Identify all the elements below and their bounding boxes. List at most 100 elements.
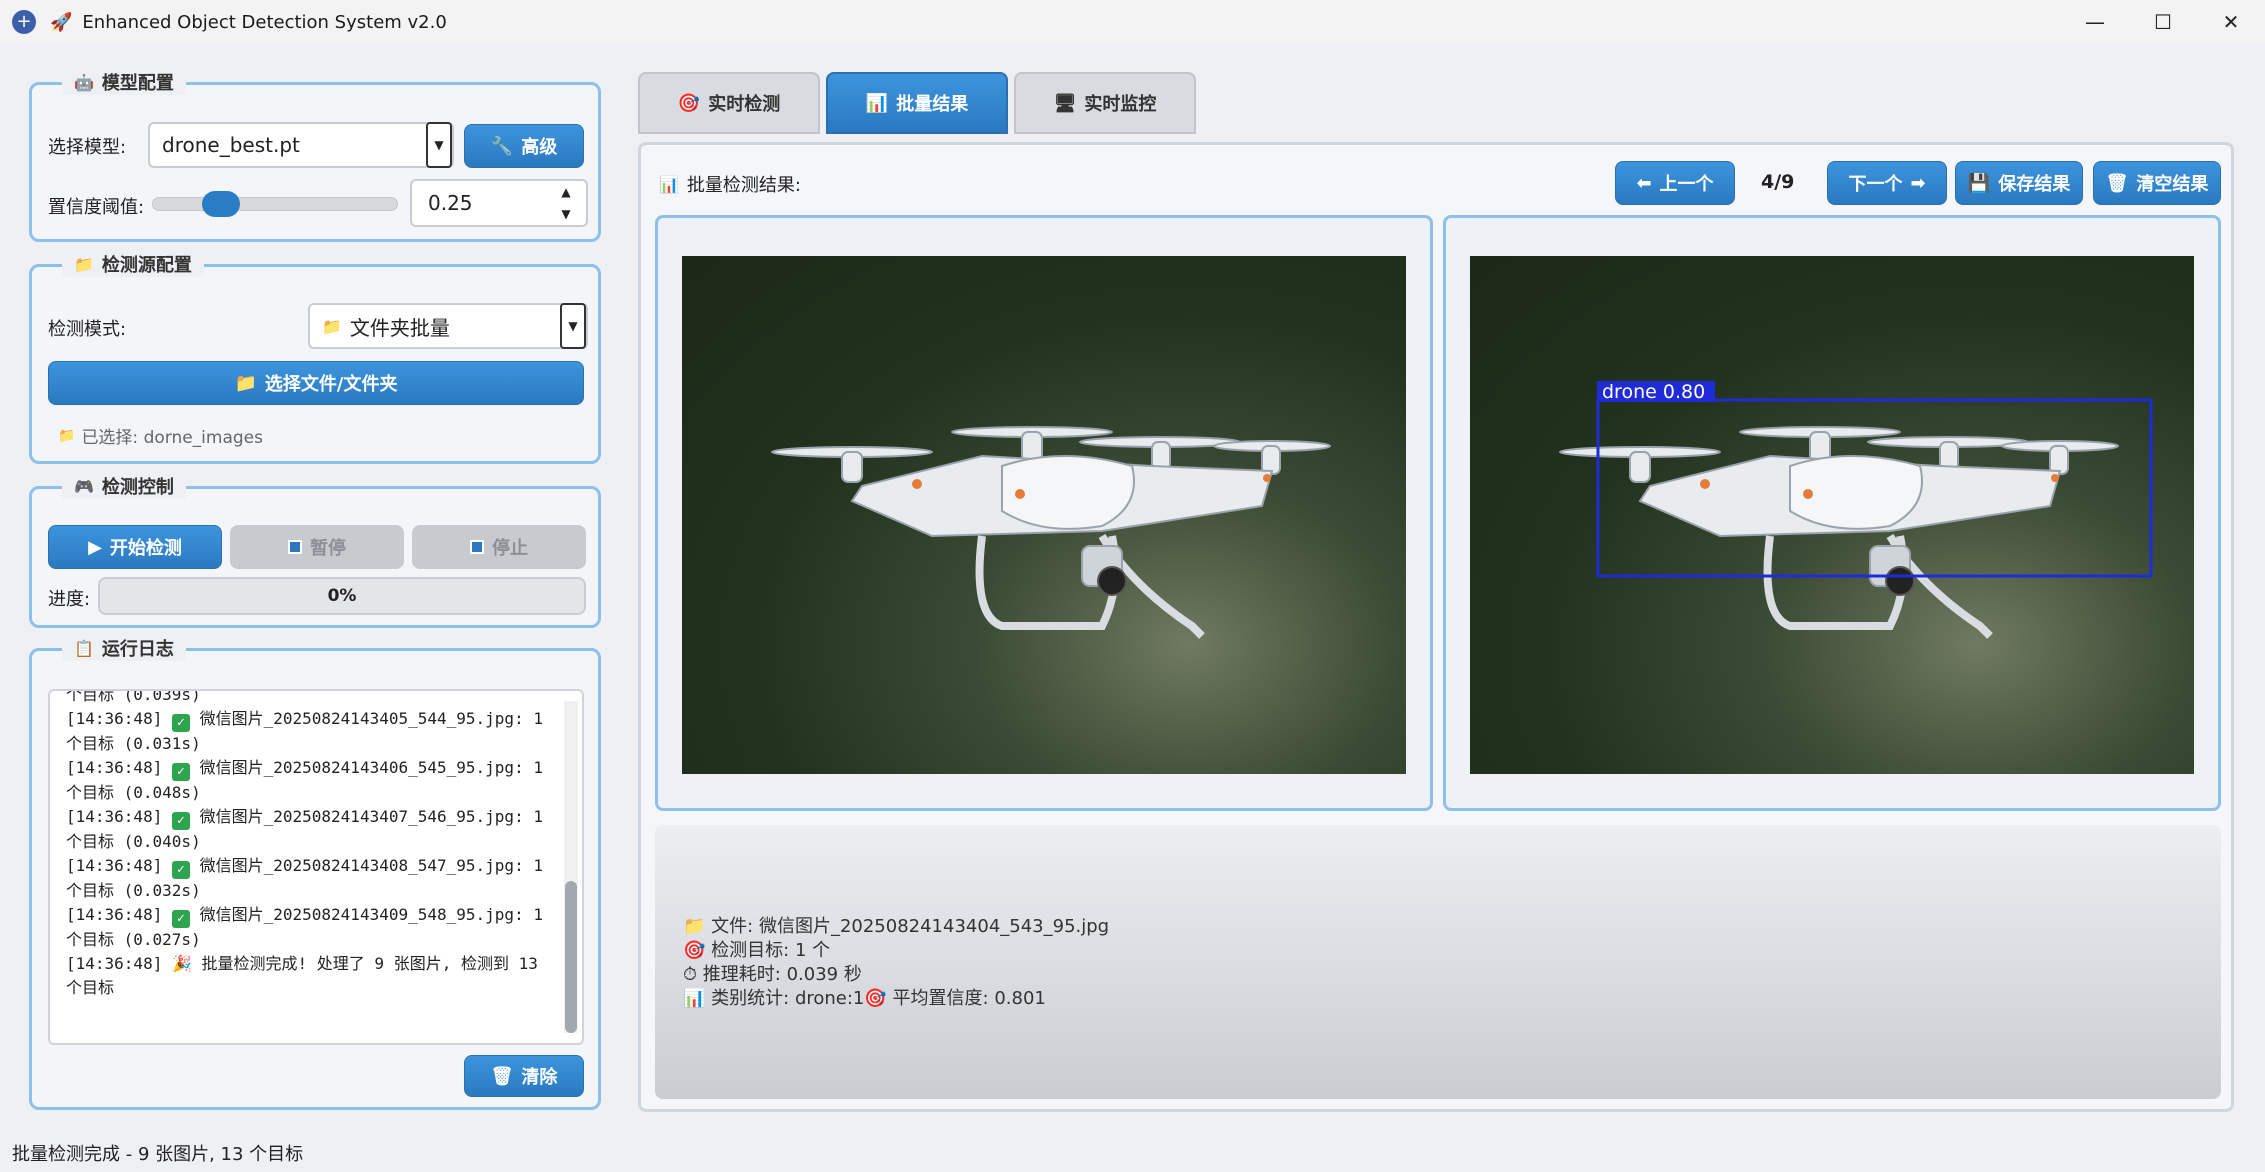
log-line: [14:36:48] 🎉 批量检测完成! 处理了 9 张图片, 检测到 13 个…: [66, 952, 552, 1000]
source-config-title: 📁 检测源配置: [62, 251, 204, 277]
log-timestamp: [14:36:48]: [66, 856, 163, 875]
robot-icon: 🤖: [74, 72, 94, 92]
monitor-icon: 🖥: [1053, 92, 1077, 114]
selected-folder-text: 📁 已选择: dorne_images: [58, 427, 263, 449]
tab-realtime-monitor[interactable]: 🖥 实时监控: [1014, 72, 1196, 134]
stop-button[interactable]: 停止: [412, 525, 586, 569]
start-detect-button[interactable]: ▶ 开始检测: [48, 525, 222, 569]
pause-button[interactable]: 暂停: [230, 525, 404, 569]
arrow-left-icon: ⬅: [1636, 172, 1652, 194]
log-timestamp: [14:36:48]: [66, 954, 163, 973]
next-button[interactable]: 下一个 ➡: [1827, 161, 1947, 205]
wrench-icon: 🔧: [490, 135, 514, 157]
model-select[interactable]: drone_best.pt ▼: [148, 122, 454, 168]
window-title: Enhanced Object Detection System v2.0: [82, 11, 447, 33]
confidence-label: 置信度阈值:: [48, 197, 145, 218]
result-counter: 4/9: [1761, 171, 1795, 193]
spin-up-icon[interactable]: ▲: [561, 183, 570, 201]
drone-illustration: [771, 426, 1331, 639]
log-content: 个目标 (0.039s) [14:36:48] ✓ 微信图片_2025082414…: [66, 689, 552, 1043]
minimize-button[interactable]: —: [2061, 0, 2129, 44]
app-icon: +: [12, 10, 36, 34]
target-icon: 🎯: [864, 988, 887, 1009]
check-icon: ✓: [171, 910, 190, 928]
info-targets-line: 🎯 检测目标: 1 个: [683, 940, 831, 961]
log-text: 个目标 (0.039s): [66, 689, 201, 704]
log-line: [14:36:48] ✓ 微信图片_20250824143407_546_95.…: [66, 805, 552, 854]
progress-text: 0%: [327, 586, 357, 606]
log-line: [14:36:48] ✓ 微信图片_20250824143405_544_95.…: [66, 707, 552, 756]
detection-info-lines: 📁 文件: 微信图片_20250824143404_543_95.jpg 🎯 检…: [683, 915, 1109, 1011]
tab-batch-results[interactable]: 📊 批量结果: [826, 72, 1008, 134]
model-select-value: drone_best.pt: [162, 133, 300, 157]
target-icon: 🎯: [677, 92, 701, 114]
advanced-button[interactable]: 🔧 高级: [464, 124, 584, 168]
info-file-line: 📁 文件: 微信图片_20250824143404_543_95.jpg: [683, 916, 1110, 937]
clear-results-button[interactable]: 🗑 清空结果: [2093, 161, 2221, 205]
log-timestamp: [14:36:48]: [66, 758, 163, 777]
log-timestamp: [14:36:48]: [66, 807, 163, 826]
detected-drone-photo: drone 0.80: [1470, 256, 2194, 774]
save-results-button[interactable]: 💾 保存结果: [1955, 161, 2083, 205]
original-image-panel: [655, 215, 1433, 811]
floppy-disk-icon: 💾: [1967, 172, 1991, 194]
tab-realtime-detect[interactable]: 🎯 实时检测: [638, 72, 820, 134]
model-label: 选择模型:: [48, 137, 127, 158]
prev-button[interactable]: ⬅ 上一个: [1615, 161, 1735, 205]
log-line: [14:36:48] ✓ 微信图片_20250824143409_548_95.…: [66, 903, 552, 952]
chevron-down-icon[interactable]: ▼: [560, 303, 586, 349]
confidence-slider[interactable]: [152, 197, 398, 211]
log-timestamp: [14:36:48]: [66, 709, 163, 728]
batch-results-label: 📊 批量检测结果:: [659, 174, 801, 197]
detection-info-panel: 📁 文件: 微信图片_20250824143404_543_95.jpg 🎯 检…: [655, 825, 2221, 1099]
folder-icon: 📁: [683, 916, 706, 937]
status-bar-text: 批量检测完成 - 9 张图片, 13 个目标: [12, 1144, 304, 1165]
log-line: [14:36:48] ✓ 微信图片_20250824143408_547_95.…: [66, 854, 552, 903]
confidence-slider-handle[interactable]: [202, 191, 240, 217]
spin-down-icon[interactable]: ▼: [561, 205, 570, 223]
play-icon: ▶: [88, 536, 102, 558]
model-config-group: 🤖 模型配置 选择模型: drone_best.pt ▼ 🔧 高级 置信度阈值:…: [29, 69, 601, 242]
log-line: [14:36:48] ✓ 微信图片_20250824143406_545_95.…: [66, 756, 552, 805]
progress-bar: 0%: [98, 577, 586, 615]
bar-chart-icon: 📊: [683, 988, 706, 1009]
log-title: 📋 运行日志: [62, 635, 186, 661]
folder-icon: 📁: [58, 427, 76, 444]
detect-control-group: 🎮 检测控制 ▶ 开始检测 暂停 停止 进度: 0%: [29, 473, 601, 628]
folder-icon: 📁: [322, 316, 342, 336]
bar-chart-icon: 📊: [865, 92, 889, 114]
folder-icon: 📁: [234, 372, 257, 394]
window-controls: — ☐ ✕: [2061, 0, 2265, 44]
confidence-spinbox[interactable]: 0.25 ▲ ▼: [410, 179, 588, 227]
check-icon: ✓: [171, 812, 190, 830]
spinbox-buttons: ▲ ▼: [550, 183, 582, 223]
folder-icon: 📁: [74, 254, 94, 274]
close-button[interactable]: ✕: [2197, 0, 2265, 44]
detected-image-panel: drone 0.80: [1443, 215, 2221, 811]
maximize-button[interactable]: ☐: [2129, 0, 2197, 44]
drone-illustration: drone 0.80: [1559, 381, 2153, 639]
pause-icon: [288, 540, 302, 554]
stop-icon: [470, 540, 484, 554]
detect-control-title: 🎮 检测控制: [62, 473, 186, 499]
mode-select-value: 文件夹批量: [349, 315, 450, 340]
batch-results-panel: 📊 批量检测结果: ⬅ 上一个 4/9 下一个 ➡ 💾 保存结果 🗑 清空结果: [638, 142, 2234, 1112]
log-textarea[interactable]: 个目标 (0.039s) [14:36:48] ✓ 微信图片_2025082414…: [48, 689, 584, 1045]
trash-icon: 🗑: [2105, 172, 2129, 194]
info-time-line: ⏱ 推理耗时: 0.039 秒: [683, 964, 862, 985]
progress-label: 进度:: [48, 589, 91, 610]
confidence-value: 0.25: [428, 191, 473, 215]
chevron-down-icon[interactable]: ▼: [426, 122, 452, 168]
clear-log-button[interactable]: 🗑 清除: [464, 1055, 584, 1097]
log-timestamp: [14:36:48]: [66, 905, 163, 924]
rocket-icon: 🚀: [50, 11, 73, 33]
select-file-button[interactable]: 📁 选择文件/文件夹: [48, 361, 584, 405]
log-scrollbar-thumb[interactable]: [565, 881, 577, 1033]
log-scrollbar[interactable]: [564, 701, 578, 1033]
arrow-right-icon: ➡: [1910, 172, 1926, 194]
original-drone-photo: [682, 256, 1406, 774]
mode-label: 检测模式:: [48, 319, 127, 340]
mode-select[interactable]: 📁 文件夹批量 ▼: [308, 303, 588, 349]
bar-chart-icon: 📊: [659, 174, 679, 194]
info-stats-line: 📊 类别统计: drone:1🎯 平均置信度: 0.801: [683, 988, 1046, 1009]
